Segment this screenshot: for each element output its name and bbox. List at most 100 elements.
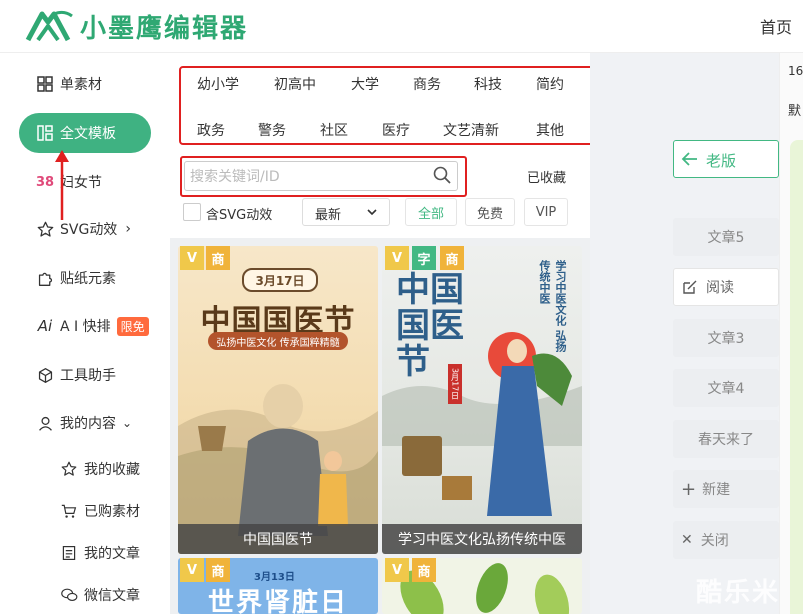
category-minimal[interactable]: 简约 [536,74,564,94]
poster-subtitle: 弘扬中医文化 传承国粹精髓 [208,332,348,350]
logo-text: 小墨鹰编辑器 [80,14,249,44]
sidebar-item-label: 工具助手 [60,368,116,384]
watermark-text: 酷乐米 [696,578,781,608]
sidebar-item-stickers[interactable]: 贴纸元素 [36,264,116,292]
filter-chip-vip[interactable]: VIP [524,198,568,226]
sidebar-item-label: 全文模板 [60,126,116,142]
old-version-label: 老版 [706,152,737,170]
vip-tag: V [180,558,204,582]
category-literary[interactable]: 文艺清新 [443,120,499,140]
chevron-right-icon: › [125,221,131,237]
poster-headline: 世界肾脏日 [207,588,348,614]
puzzle-icon [36,269,54,287]
commercial-tag: 商 [440,246,464,270]
template-illustration [178,384,378,554]
sidebar-sub-label: 我的文章 [84,546,140,562]
search-icon[interactable] [432,165,452,185]
star-icon [60,460,78,478]
sidebar-item-label: 贴纸元素 [60,271,116,287]
sidebar-item-tools[interactable]: 工具助手 [36,361,116,389]
default-label: 默 [788,104,802,119]
new-label: 新建 [702,482,731,498]
top-header: 小墨鹰编辑器 首页 [0,0,803,53]
sidebar-sub-wechat-articles[interactable]: 微信文章 [60,583,140,607]
sidebar-item-full-template[interactable]: 全文模板 [36,119,116,147]
svg-effect-checkbox[interactable] [183,203,201,221]
star-icon [36,220,54,238]
home-link[interactable]: 首页 [760,14,792,38]
template-caption: 中国国医节 [178,524,378,554]
category-community[interactable]: 社区 [320,120,348,140]
sidebar-sub-label: 微信文章 [84,588,140,604]
sidebar-item-label: 单素材 [60,77,102,93]
template-card[interactable]: 3月17日 中国国医节 弘扬中医文化 传承国粹精髓 中国国医节 [178,246,378,554]
category-high-school[interactable]: 初高中 [274,74,316,94]
close-label: 关闭 [700,533,729,549]
vip-tag: V [385,246,409,270]
annotation-arrow-icon [55,150,69,220]
category-business[interactable]: 商务 [413,74,441,94]
template-card[interactable]: 中国国医节 3月17日 学习中医文化 弘扬传统中医 学习中医文化弘扬传统中医 [382,246,582,554]
sidebar-item-svg-effects[interactable]: SVG动效 › [36,215,131,243]
plus-icon: + [681,478,697,500]
font-size-value: 16 [788,64,803,78]
search-placeholder: 搜索关键词/ID [190,169,280,185]
article-3-button[interactable]: 文章3 [673,319,779,357]
svg-effect-label: 含SVG动效 [206,208,273,223]
wechat-icon [60,586,78,604]
chevron-down-icon: ⌄ [122,416,133,430]
sidebar-sub-label: 已购素材 [84,504,140,520]
category-tech[interactable]: 科技 [474,74,502,94]
category-police[interactable]: 警务 [258,120,286,140]
template-caption: 学习中医文化弘扬传统中医 [382,524,582,554]
category-university[interactable]: 大学 [351,74,379,94]
poster-date: 3月17日 [448,364,462,404]
read-button[interactable]: 阅读 [673,268,779,306]
category-government[interactable]: 政务 [197,120,225,140]
free-badge: 限免 [116,316,149,336]
category-primary-school[interactable]: 幼小学 [197,74,239,94]
sidebar-item-label: SVG动效 [60,222,118,238]
category-other[interactable]: 其他 [536,120,564,140]
arrow-left-icon [681,152,697,166]
sidebar-sub-my-articles[interactable]: 我的文章 [60,541,140,565]
new-button[interactable]: + 新建 [673,470,779,508]
sidebar-sub-label: 我的收藏 [84,462,140,478]
poster-date: 3月17日 [242,268,318,292]
font-tag: 字 [412,246,436,270]
edit-icon [682,279,698,295]
close-button[interactable]: ✕ 关闭 [673,521,779,559]
spring-article-button[interactable]: 春天来了 [673,420,779,458]
cube-icon [36,366,54,384]
user-icon [36,414,54,432]
vip-tag: V [385,558,409,582]
category-medical[interactable]: 医疗 [382,120,410,140]
chevron-down-icon [367,209,377,216]
sidebar-sub-favorites[interactable]: 我的收藏 [60,457,140,481]
cart-icon [60,502,78,520]
filter-chip-free[interactable]: 免费 [465,198,515,226]
vip-tag: V [180,246,204,270]
template-icon [36,124,54,142]
article-5-button[interactable]: 文章5 [673,218,779,256]
poster-headline: 中国国医节 [396,270,464,382]
grid-icon [36,75,54,93]
poster-side-text: 学习中医文化 弘扬传统中医 [538,260,567,352]
sidebar-item-ai-layout[interactable]: Ai A I 快排 限免 [36,312,149,340]
close-icon: ✕ [681,532,693,548]
collected-filter[interactable]: 已收藏 [527,167,566,186]
sidebar-sub-purchased[interactable]: 已购素材 [60,499,140,523]
sidebar-item-label: A I 快排 [60,319,111,335]
editor-canvas-preview [790,140,803,614]
sort-value: 最新 [315,208,342,223]
sidebar-item-label: 我的内容 [60,416,116,432]
article-4-button[interactable]: 文章4 [673,369,779,407]
commercial-tag: 商 [412,558,436,582]
commercial-tag: 商 [206,246,230,270]
filter-chip-all[interactable]: 全部 [405,198,457,226]
poster-date: 3月13日 [254,572,295,583]
ai-icon: Ai [37,317,53,335]
sidebar-item-my-content[interactable]: 我的内容 ⌄ [36,409,132,437]
commercial-tag: 商 [206,558,230,582]
sidebar-item-single-material[interactable]: 单素材 [36,70,102,98]
